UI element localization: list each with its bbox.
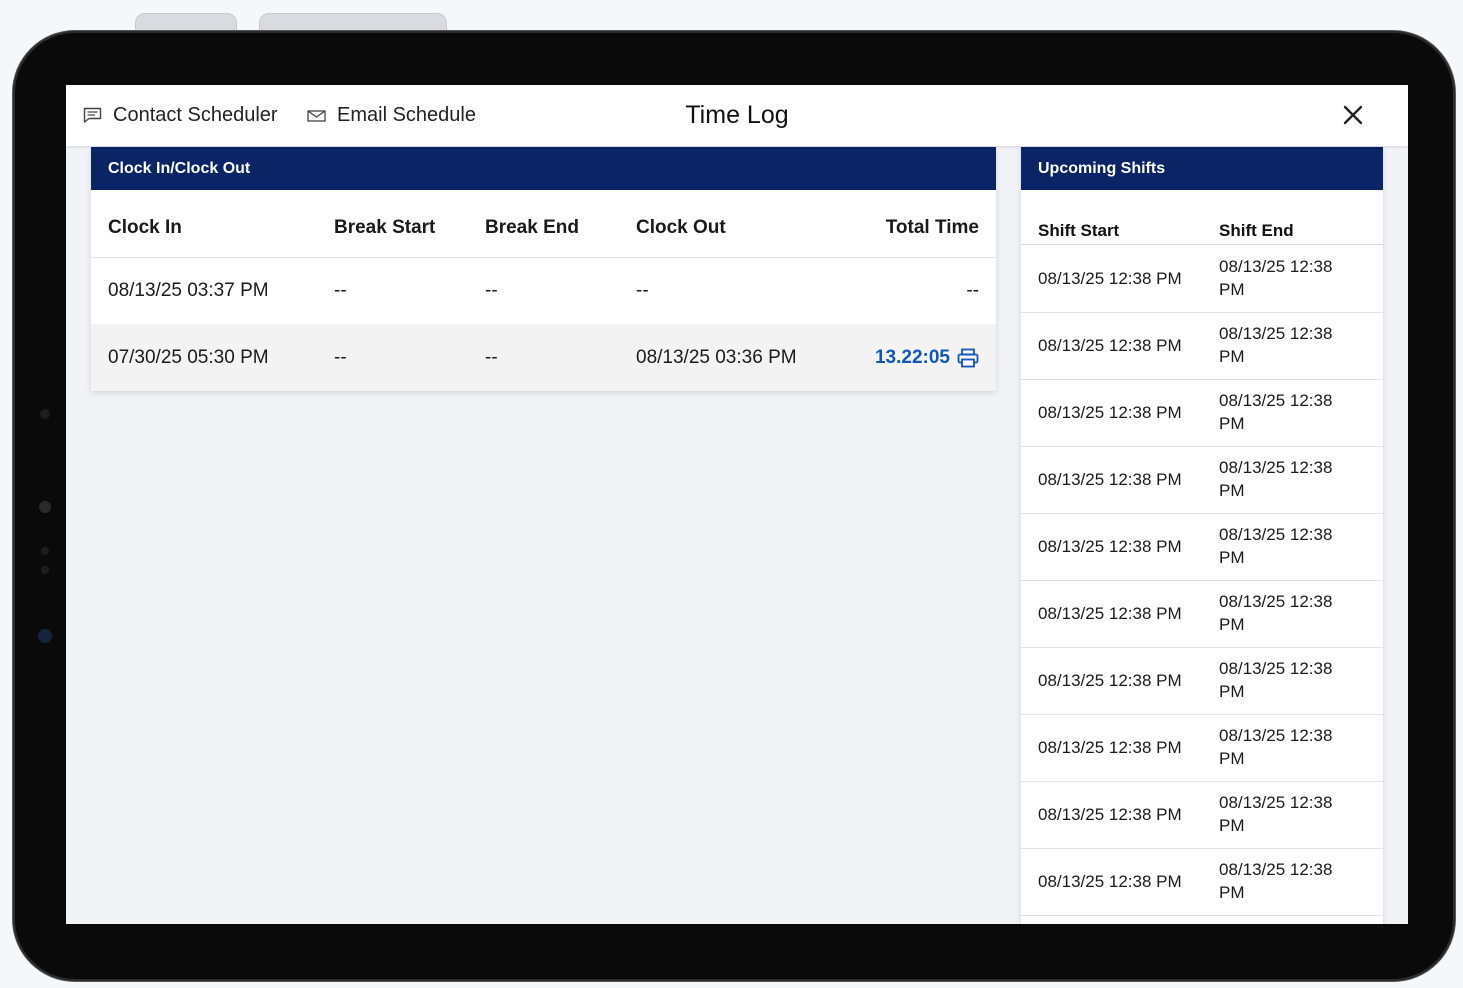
panel-title: Upcoming Shifts: [1021, 147, 1383, 190]
list-item[interactable]: 08/13/25 12:38 PM 08/13/25 12:38 PM: [1021, 781, 1383, 849]
shift-start-cell: 08/13/25 12:38 PM: [1038, 403, 1182, 422]
list-item[interactable]: 08/13/25 12:38 PM 08/13/25 12:38 PM: [1021, 848, 1383, 916]
break-end-cell: --: [485, 280, 498, 301]
clock-in-cell: 07/30/25 05:30 PM: [108, 347, 269, 368]
clock-out-cell: 08/13/25 03:36 PM: [636, 347, 797, 368]
shift-end-cell: 08/13/25 12:38 PM: [1219, 391, 1333, 433]
total-time-cell: --: [966, 280, 979, 301]
shift-end-cell: 08/13/25 12:38 PM: [1219, 458, 1333, 500]
clock-out-cell: --: [636, 280, 649, 301]
top-bar: Contact Scheduler Email Schedule Time Lo…: [66, 85, 1408, 146]
break-start-cell: --: [334, 347, 347, 368]
shift-end-cell: 08/13/25 12:38 PM: [1219, 860, 1333, 902]
table-row[interactable]: 07/30/25 05:30 PM -- -- 08/13/25 03:36 P…: [91, 324, 996, 391]
shift-end-cell: 08/13/25 12:38 PM: [1219, 793, 1333, 835]
shift-start-cell: 08/13/25 12:38 PM: [1038, 336, 1182, 355]
panel-title: Clock In/Clock Out: [91, 147, 996, 190]
list-item[interactable]: 08/13/25 12:38 PM 08/13/25 12:38 PM: [1021, 647, 1383, 715]
list-item[interactable]: 08/13/25 12:38 PM 08/13/25 12:38 PM: [1021, 446, 1383, 514]
time-log-screen: Contact Scheduler Email Schedule Time Lo…: [66, 85, 1408, 924]
clock-in-out-panel: Clock In/Clock Out Clock In Break Start …: [91, 147, 996, 391]
total-time-link[interactable]: 13.22:05: [875, 324, 979, 391]
shift-start-cell: 08/13/25 12:38 PM: [1038, 738, 1182, 757]
shift-start-cell: 08/13/25 12:38 PM: [1038, 470, 1182, 489]
column-header: Break Start: [334, 217, 436, 238]
list-item[interactable]: 08/13/25 12:38 PM 08/13/25 12:38 PM: [1021, 312, 1383, 380]
shift-end-cell: 08/13/25 12:38 PM: [1219, 525, 1333, 567]
shifts-header: Shift Start Shift End: [1021, 190, 1383, 245]
column-header: Shift Start: [1038, 221, 1120, 240]
shift-start-cell: 08/13/25 12:38 PM: [1038, 604, 1182, 623]
list-item[interactable]: 08/13/25 12:38 PM 08/13/25 12:38 PM: [1021, 513, 1383, 581]
break-start-cell: --: [334, 280, 347, 301]
shift-start-cell: 08/13/25 12:38 PM: [1038, 805, 1182, 824]
shift-start-cell: 08/13/25 12:38 PM: [1038, 671, 1182, 690]
shift-start-cell: 08/13/25 12:38 PM: [1038, 269, 1182, 288]
device-camera: [39, 501, 51, 513]
clock-in-cell: 08/13/25 03:37 PM: [108, 280, 269, 301]
printer-icon[interactable]: [957, 348, 979, 368]
shift-start-cell: 08/13/25 12:38 PM: [1038, 537, 1182, 556]
column-header: Total Time: [885, 217, 979, 238]
column-header: Clock In: [108, 217, 182, 238]
device-sensor: [41, 566, 49, 574]
list-item[interactable]: 08/13/25 12:38 PM 08/13/25 12:38 PM: [1021, 245, 1383, 313]
break-end-cell: --: [485, 347, 498, 368]
device-sensor: [40, 409, 50, 419]
device-sensor: [41, 547, 49, 555]
total-time-value: 13.22:05: [874, 347, 950, 368]
table-header: Clock In Break Start Break End Clock Out…: [91, 190, 996, 258]
shift-end-cell: 08/13/25 12:38 PM: [1219, 592, 1333, 634]
column-header: Clock Out: [636, 217, 726, 238]
close-icon[interactable]: [1340, 102, 1366, 128]
shift-end-cell: 08/13/25 12:38 PM: [1219, 324, 1333, 366]
table-row[interactable]: 08/13/25 03:37 PM -- -- -- --: [91, 258, 996, 324]
device-sensor: [38, 629, 52, 643]
list-item[interactable]: 08/13/25 12:38 PM 08/13/25 12:38 PM: [1021, 580, 1383, 648]
page-title: Time Log: [685, 101, 789, 129]
list-item[interactable]: 08/13/25 12:38 PM 08/13/25 12:38 PM: [1021, 379, 1383, 447]
shift-end-cell: 08/13/25 12:38 PM: [1219, 257, 1333, 299]
shift-start-cell: 08/13/25 12:38 PM: [1038, 872, 1182, 891]
shift-end-cell: 08/13/25 12:38 PM: [1219, 726, 1333, 768]
column-header: Shift End: [1219, 221, 1294, 240]
column-header: Break End: [485, 217, 579, 238]
list-item[interactable]: 08/13/25 12:38 PM 08/13/25 12:38 PM: [1021, 714, 1383, 782]
shift-end-cell: 08/13/25 12:38 PM: [1219, 659, 1333, 701]
upcoming-shifts-panel: Upcoming Shifts Shift Start Shift End 08…: [1021, 147, 1383, 924]
